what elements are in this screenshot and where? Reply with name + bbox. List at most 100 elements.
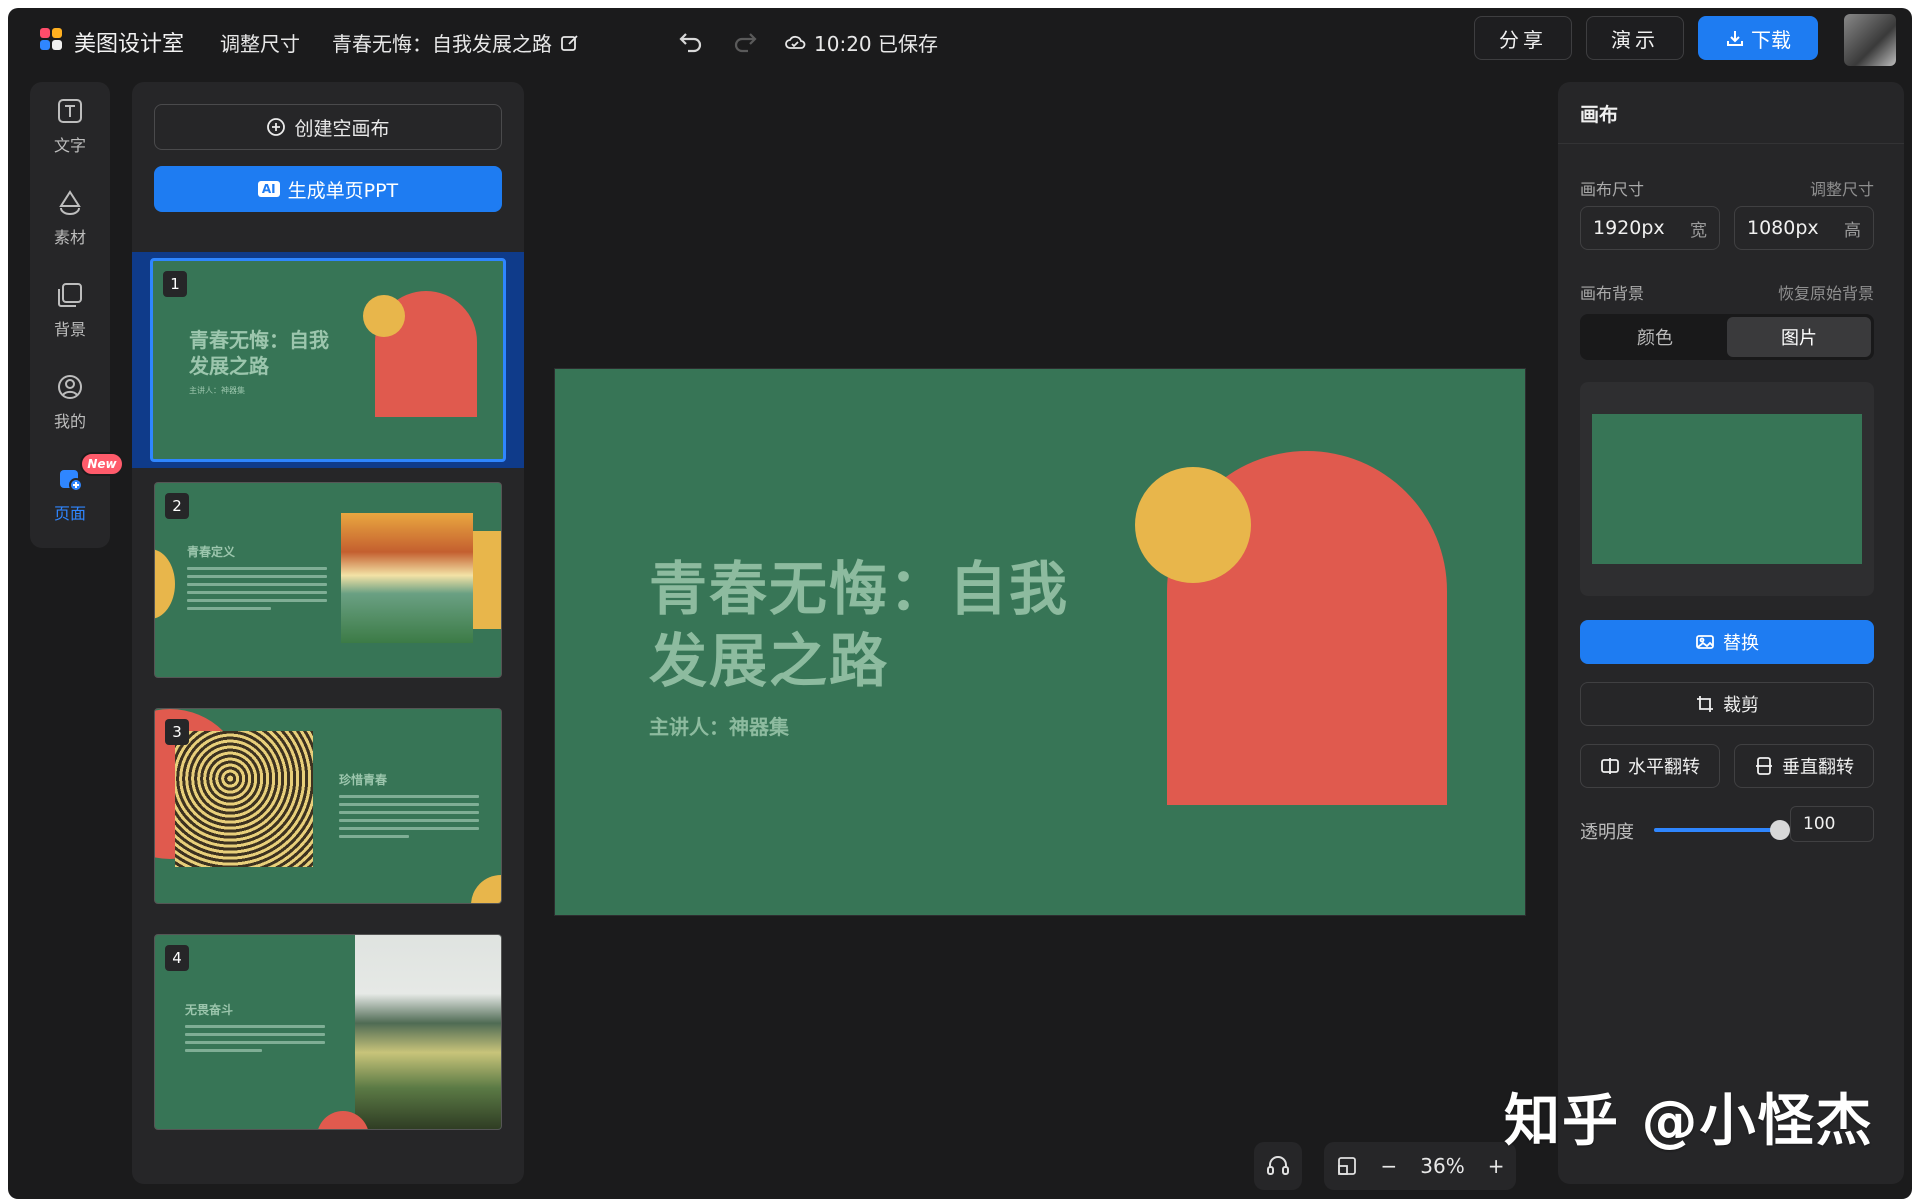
doc-title[interactable]: 青春无悔：自我发展之路 xyxy=(332,28,580,57)
zoom-in-button[interactable]: + xyxy=(1488,1154,1505,1178)
width-unit: 宽 xyxy=(1690,220,1707,241)
download-label: 下载 xyxy=(1751,27,1791,52)
redo-icon[interactable] xyxy=(730,26,760,56)
present-button[interactable]: 演示 xyxy=(1586,16,1684,60)
slide-thumbnail-2[interactable]: 2 青春定义 xyxy=(154,482,502,678)
headset-icon xyxy=(1267,1156,1289,1175)
slide-thumbnail-3[interactable]: 3 珍惜青春 xyxy=(154,708,502,904)
image-icon xyxy=(1696,635,1714,649)
background-icon xyxy=(58,283,82,307)
thumb-illustration xyxy=(341,513,473,643)
flip-vertical-label: 垂直翻转 xyxy=(1782,757,1854,778)
slide-title[interactable]: 青春无悔：自我 发展之路 xyxy=(649,553,1069,697)
crop-icon xyxy=(1697,696,1713,712)
opacity-input[interactable]: 100 xyxy=(1790,806,1874,842)
canvas-size-label: 画布尺寸 xyxy=(1580,180,1645,199)
app-logo-icon[interactable] xyxy=(40,28,64,52)
slide-circle-shape[interactable] xyxy=(1135,467,1251,583)
thumb-title: 珍惜青春 xyxy=(339,773,388,787)
thumb-sun xyxy=(363,295,405,337)
properties-panel: 画布 画布尺寸 调整尺寸 1920px 宽 1080px 高 画布背景 恢复原始… xyxy=(1558,82,1904,1184)
app-window: 美图设计室 调整尺寸 青春无悔：自我发展之路 10:20 已保存 分享 演示 下… xyxy=(8,8,1912,1199)
slide-number: 1 xyxy=(163,271,187,297)
rail-label: 文字 xyxy=(53,136,86,155)
tab-image[interactable]: 图片 xyxy=(1727,317,1871,357)
flip-vertical-button[interactable]: 垂直翻转 xyxy=(1734,744,1874,788)
rail-item-mine[interactable]: 我的 xyxy=(30,362,110,442)
height-field[interactable]: 1080px 高 xyxy=(1734,206,1874,250)
background-preview-box xyxy=(1580,382,1874,596)
thumb-body-text xyxy=(187,567,327,615)
slide-number: 2 xyxy=(165,493,189,519)
plus-circle-icon xyxy=(267,118,286,136)
zoom-level[interactable]: 36% xyxy=(1420,1154,1464,1178)
cloud-saved-icon xyxy=(785,35,806,49)
opacity-slider-knob[interactable] xyxy=(1770,820,1790,840)
opacity-slider[interactable] xyxy=(1654,820,1790,840)
slide-number: 4 xyxy=(165,945,189,971)
slide-thumbnail-1[interactable]: 1 青春无悔：自我发展之路 主讲人：神器集 xyxy=(150,258,506,462)
create-blank-canvas-button[interactable]: 创建空画布 xyxy=(154,104,502,150)
thumb-title: 青春无悔：自我发展之路 xyxy=(189,328,329,378)
rail-label: 素材 xyxy=(53,228,86,247)
background-preview[interactable] xyxy=(1592,414,1862,564)
user-icon xyxy=(58,375,82,399)
download-icon xyxy=(1727,31,1743,46)
avatar[interactable] xyxy=(1844,14,1896,66)
thumb-decor xyxy=(155,549,175,619)
canvas-slide[interactable]: 青春无悔：自我 发展之路 主讲人：神器集 xyxy=(554,368,1526,916)
watermark: 知乎 @小怪杰 xyxy=(1504,1089,1874,1154)
replace-button[interactable]: 替换 xyxy=(1580,620,1874,664)
thumb-illustration xyxy=(355,935,501,1129)
fit-screen-icon[interactable] xyxy=(1336,1155,1358,1177)
download-button[interactable]: 下载 xyxy=(1698,16,1818,60)
replace-label: 替换 xyxy=(1723,633,1759,654)
thumb-title: 无畏奋斗 xyxy=(185,1003,234,1017)
opacity-label: 透明度 xyxy=(1580,822,1634,843)
flip-vertical-icon xyxy=(1756,757,1772,775)
slide-subtitle[interactable]: 主讲人：神器集 xyxy=(649,711,789,740)
height-unit: 高 xyxy=(1844,220,1861,241)
slide-title-line-1: 青春无悔：自我 xyxy=(649,555,1070,623)
new-badge: New xyxy=(80,452,124,476)
restore-background-link[interactable]: 恢复原始背景 xyxy=(1778,280,1874,304)
thumb-decor xyxy=(473,531,501,629)
rail-item-materials[interactable]: 素材 xyxy=(30,178,110,258)
app-name: 美图设计室 xyxy=(74,32,185,57)
slide-number: 3 xyxy=(165,719,189,745)
ai-generate-label: 生成单页PPT xyxy=(287,179,399,202)
crop-button[interactable]: 裁剪 xyxy=(1580,682,1874,726)
tab-color[interactable]: 颜色 xyxy=(1583,317,1727,357)
rail-label: 背景 xyxy=(53,320,86,339)
flip-horizontal-label: 水平翻转 xyxy=(1628,757,1700,778)
zoom-bar: − 36% + xyxy=(1324,1142,1516,1190)
top-bar: 美图设计室 调整尺寸 青春无悔：自我发展之路 10:20 已保存 分享 演示 下… xyxy=(8,8,1912,72)
resize-link[interactable]: 调整尺寸 xyxy=(1810,176,1874,200)
rail-item-text[interactable]: 文字 xyxy=(30,86,110,166)
ai-tag: AI xyxy=(257,181,280,197)
zoom-out-button[interactable]: − xyxy=(1381,1154,1398,1178)
share-button[interactable]: 分享 xyxy=(1474,16,1572,60)
crop-label: 裁剪 xyxy=(1723,695,1759,716)
flip-horizontal-button[interactable]: 水平翻转 xyxy=(1580,744,1720,788)
save-status: 10:20 已保存 xyxy=(784,28,938,57)
properties-header: 画布 xyxy=(1558,82,1904,144)
rail-label: 页面 xyxy=(53,504,86,523)
background-type-toggle: 颜色 图片 xyxy=(1580,314,1874,360)
properties-title: 画布 xyxy=(1580,104,1619,126)
undo-icon[interactable] xyxy=(676,26,706,56)
thumb-body-text xyxy=(185,1025,325,1057)
width-field[interactable]: 1920px 宽 xyxy=(1580,206,1720,250)
create-blank-label: 创建空画布 xyxy=(294,117,390,140)
rail-label: 我的 xyxy=(53,412,86,431)
resize-menu[interactable]: 调整尺寸 xyxy=(220,28,300,57)
thumb-illustration xyxy=(175,731,313,867)
rail-item-background[interactable]: 背景 xyxy=(30,270,110,350)
edit-icon[interactable] xyxy=(560,33,580,53)
slide-title-line-2: 发展之路 xyxy=(649,627,890,695)
slide-thumbnail-4[interactable]: 4 无畏奋斗 xyxy=(154,934,502,1130)
ai-generate-ppt-button[interactable]: AI 生成单页PPT xyxy=(154,166,502,212)
doc-title-text: 青春无悔：自我发展之路 xyxy=(332,32,552,56)
help-button[interactable] xyxy=(1254,1142,1302,1190)
shapes-icon xyxy=(59,190,81,215)
